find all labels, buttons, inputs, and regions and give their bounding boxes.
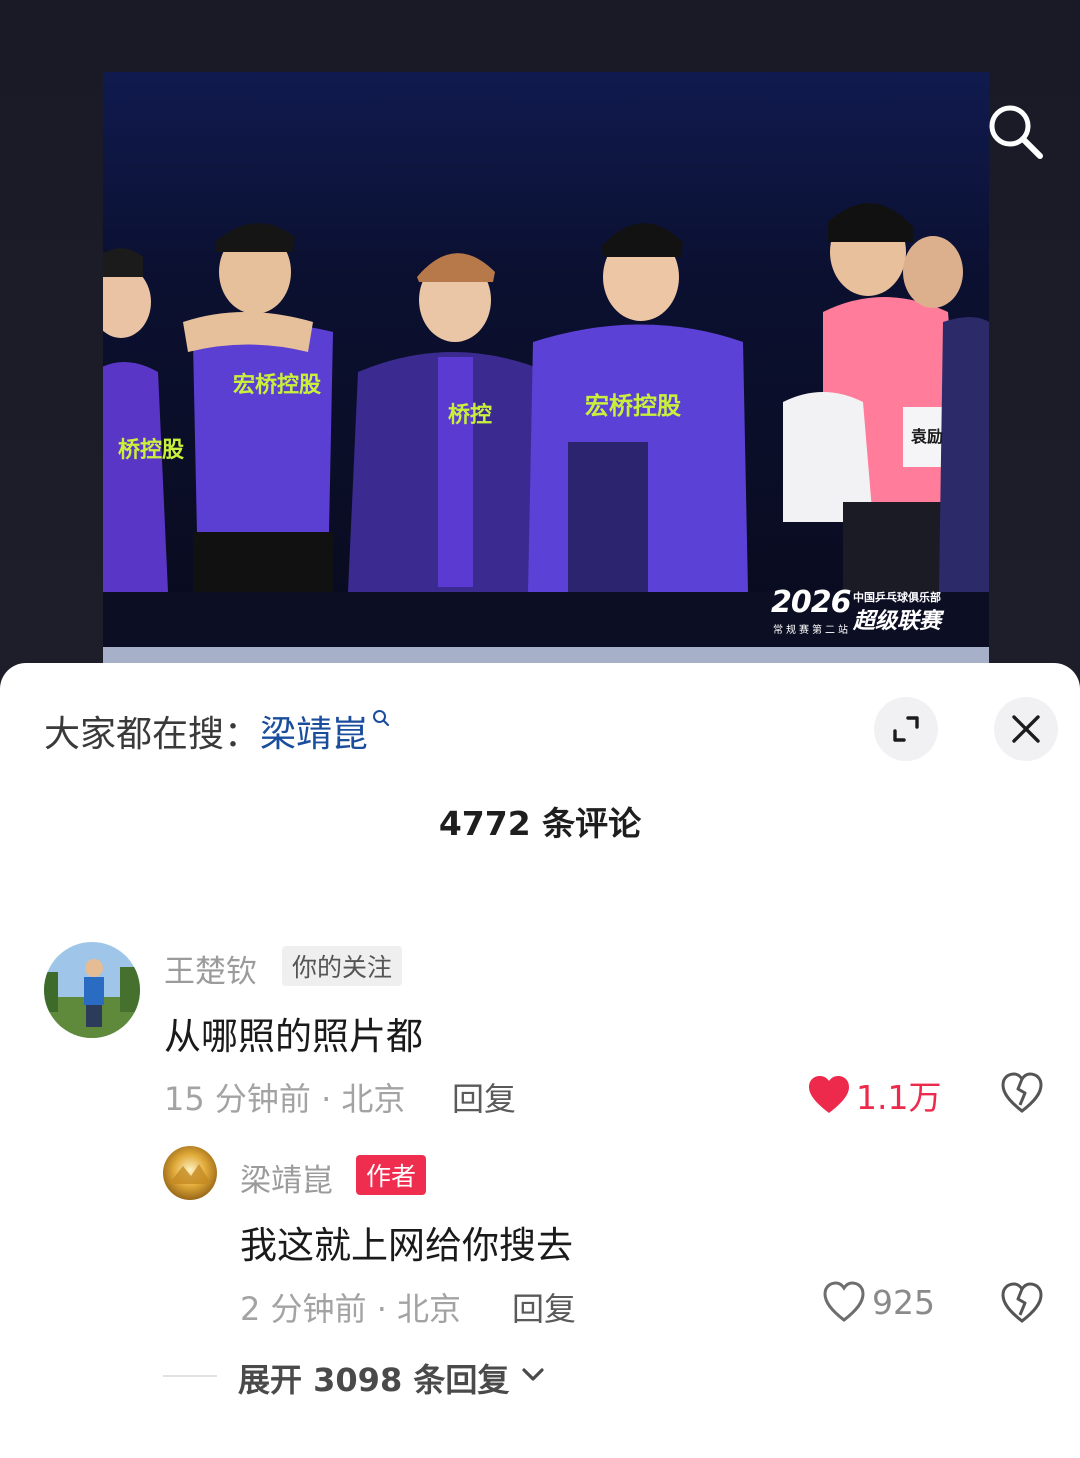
comment-text: 我这就上网给你搜去 [240,1224,573,1267]
close-button[interactable] [994,697,1058,761]
hot-search-banner[interactable]: 大家都在搜：梁靖崑 [44,705,390,757]
svg-text:宏桥控股: 宏桥控股 [233,372,321,398]
search-icon [373,710,390,727]
video-player[interactable]: 桥控股 宏桥控股 桥控 宏桥控股 袁励 2026 中国乒乓球俱乐部 超级联赛 常… [0,0,1080,680]
comment-time-location: 15 分钟前 · 北京 [164,1080,406,1118]
like-count: 1.1万 [856,1078,942,1117]
reply-button[interactable]: 回复 [452,1074,516,1120]
expand-button[interactable] [874,697,938,761]
like-count: 925 [872,1282,935,1322]
expand-replies-button[interactable]: 展开 3098 条回复 [238,1355,509,1401]
team-photo-illustration: 桥控股 宏桥控股 桥控 宏桥控股 袁励 [103,72,989,663]
heart-filled-icon [809,1076,849,1113]
svg-text:桥控: 桥控 [448,402,492,428]
comment-text: 从哪照的照片都 [164,1015,423,1058]
expand-icon [893,716,919,742]
author-tag: 作者 [356,1155,427,1195]
divider [163,1375,217,1377]
like-button[interactable]: 1.1万 [808,1071,941,1119]
comment-time-location: 2 分钟前 · 北京 [240,1290,462,1328]
post-photo[interactable]: 桥控股 宏桥控股 桥控 宏桥控股 袁励 2026 中国乒乓球俱乐部 超级联赛 常… [103,72,989,663]
reply-button[interactable]: 回复 [512,1284,576,1330]
broken-heart-icon[interactable] [1000,1071,1044,1115]
comment-username[interactable]: 王楚钦 [164,946,257,991]
watermark-year: 2026 [771,585,851,620]
svg-text:袁励: 袁励 [910,427,943,446]
heart-outline-icon [823,1281,865,1322]
avatar[interactable] [163,1146,217,1200]
watermark-line-main: 超级联赛 [853,609,942,634]
broken-heart-icon[interactable] [1000,1281,1044,1325]
watermark-line-sub: 常规赛第二站 [773,625,851,636]
chevron-down-icon[interactable] [520,1364,546,1386]
hot-search-prefix: 大家都在搜： [44,714,261,755]
league-watermark: 2026 中国乒乓球俱乐部 超级联赛 常规赛第二站 [771,585,961,641]
svg-text:桥控股: 桥控股 [118,437,184,463]
avatar[interactable] [44,942,140,1038]
following-tag: 你的关注 [282,946,403,986]
search-icon[interactable] [984,100,1046,162]
svg-text:宏桥控股: 宏桥控股 [585,392,681,420]
hot-search-keyword[interactable]: 梁靖崑 [260,714,368,755]
comment-username[interactable]: 梁靖崑 [240,1155,333,1200]
comment-count-title: 4772 条评论 [438,804,642,843]
close-icon [1012,715,1040,743]
like-button[interactable]: 925 [822,1281,935,1323]
comments-panel: 大家都在搜：梁靖崑 4772 条评论 王楚钦 你的关注 从哪照的照片都 15 分… [0,663,1080,1458]
